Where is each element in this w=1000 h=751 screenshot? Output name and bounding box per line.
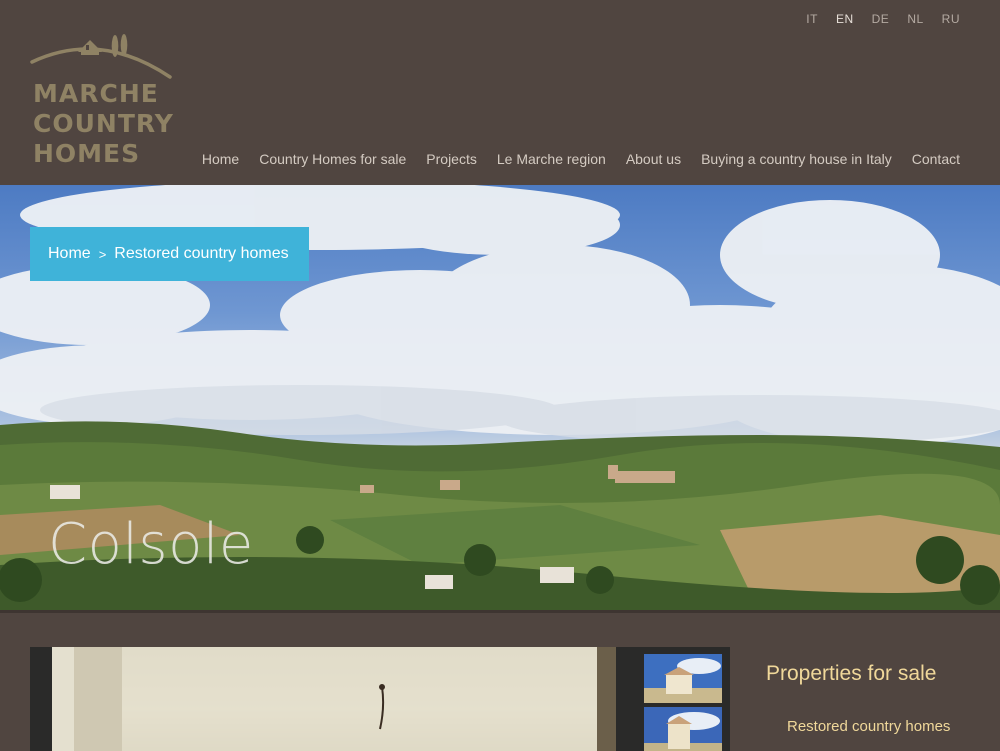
interior-photo bbox=[52, 647, 616, 751]
nav-le-marche-region[interactable]: Le Marche region bbox=[497, 151, 606, 167]
thumbnail-image bbox=[644, 654, 722, 703]
logo-line-2: COUNTRY bbox=[33, 109, 174, 138]
site-logo[interactable]: MARCHE COUNTRY HOMES bbox=[30, 32, 175, 172]
main-navigation: Home Country Homes for sale Projects Le … bbox=[202, 151, 960, 167]
lang-ru[interactable]: RU bbox=[942, 12, 960, 26]
restored-country-homes-link[interactable]: Restored country homes bbox=[787, 718, 950, 735]
nav-about-us[interactable]: About us bbox=[626, 151, 681, 167]
house-hill-icon bbox=[30, 34, 172, 79]
nav-home[interactable]: Home bbox=[202, 151, 239, 167]
lang-en[interactable]: EN bbox=[836, 12, 854, 26]
breadcrumb: Home > Restored country homes bbox=[30, 227, 309, 281]
photo-gallery bbox=[30, 647, 730, 751]
language-switcher: IT EN DE NL RU bbox=[806, 12, 960, 26]
nav-contact[interactable]: Contact bbox=[912, 151, 960, 167]
breadcrumb-current: Restored country homes bbox=[114, 245, 289, 262]
logo-text: MARCHE COUNTRY HOMES bbox=[33, 79, 174, 169]
main-photo[interactable] bbox=[52, 647, 616, 751]
hero-banner: Home > Restored country homes Colsole bbox=[0, 185, 1000, 613]
nav-projects[interactable]: Projects bbox=[426, 151, 477, 167]
thumbnail-image bbox=[644, 707, 722, 751]
gallery-thumbnail[interactable] bbox=[644, 654, 722, 703]
lang-it[interactable]: IT bbox=[806, 12, 818, 26]
gallery-thumbnail[interactable] bbox=[644, 707, 722, 751]
lang-nl[interactable]: NL bbox=[907, 12, 923, 26]
properties-for-sale-heading: Properties for sale bbox=[766, 662, 937, 685]
lang-de[interactable]: DE bbox=[872, 12, 890, 26]
divider bbox=[0, 610, 1000, 613]
site-header: IT EN DE NL RU MARCHE COUNTRY HOMES Home… bbox=[0, 0, 1000, 185]
breadcrumb-home[interactable]: Home bbox=[48, 245, 91, 263]
nav-country-homes-for-sale[interactable]: Country Homes for sale bbox=[259, 151, 406, 167]
logo-line-1: MARCHE bbox=[33, 79, 159, 108]
logo-line-3: HOMES bbox=[33, 139, 141, 168]
page-title: Colsole bbox=[48, 512, 254, 577]
breadcrumb-separator: > bbox=[98, 246, 107, 262]
nav-buying-country-house[interactable]: Buying a country house in Italy bbox=[701, 151, 892, 167]
